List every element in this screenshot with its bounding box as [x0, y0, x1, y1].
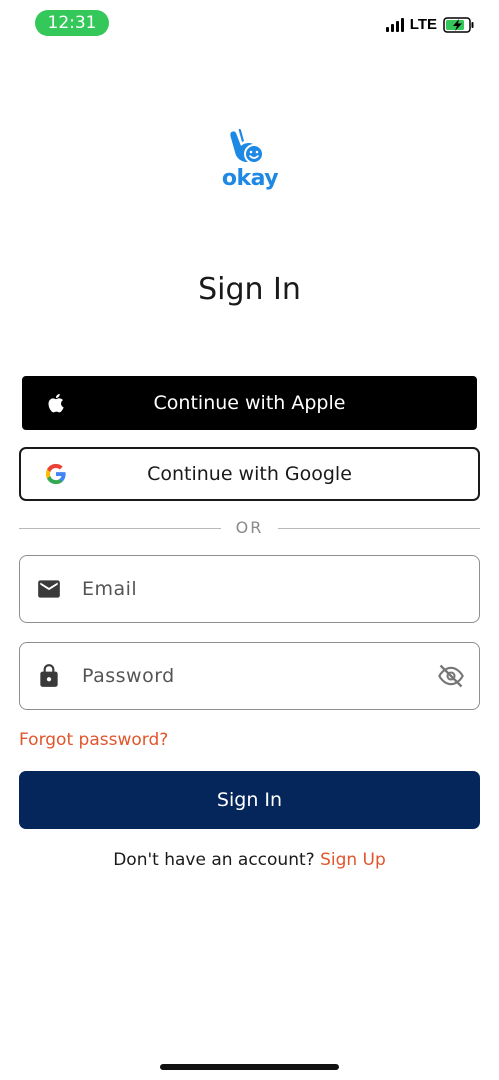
google-logo-icon [45, 463, 66, 485]
forgot-password-link[interactable]: Forgot password? [19, 730, 168, 750]
sign-in-button-label: Sign In [216, 789, 283, 811]
lock-icon [40, 664, 58, 687]
status-time: 12:31 [35, 10, 109, 36]
signup-prompt-text: Don't have an account? [113, 850, 321, 870]
password-input[interactable] [82, 643, 422, 709]
logo-wordmark: okay [221, 166, 279, 191]
divider-line-right [278, 528, 480, 529]
page-title: Sign In [198, 272, 301, 307]
status-indicators: LTE [385, 16, 475, 33]
battery-charging-icon [443, 16, 474, 33]
email-field[interactable] [19, 555, 480, 623]
continue-with-apple-button[interactable]: Continue with Apple [22, 376, 477, 430]
app-logo: okay [219, 128, 281, 192]
apple-button-label: Continue with Apple [153, 392, 346, 414]
continue-with-google-button[interactable]: Continue with Google [19, 447, 480, 501]
ok-hand-smiley-icon [230, 128, 264, 164]
home-indicator [160, 1064, 339, 1070]
status-bar: 12:31 LTE [0, 0, 499, 50]
sign-up-link[interactable]: Sign Up [320, 850, 386, 870]
or-divider: OR [19, 518, 480, 537]
apple-logo-icon [48, 393, 64, 413]
password-field[interactable] [19, 642, 480, 710]
network-type: LTE [409, 16, 437, 33]
email-input[interactable] [82, 556, 422, 622]
signup-prompt: Don't have an account? Sign Up [0, 850, 499, 870]
sign-in-button[interactable]: Sign In [19, 771, 480, 829]
eye-off-icon[interactable] [437, 662, 465, 690]
cellular-signal-icon [385, 17, 404, 32]
google-button-label: Continue with Google [147, 463, 352, 485]
envelope-icon [38, 580, 60, 598]
